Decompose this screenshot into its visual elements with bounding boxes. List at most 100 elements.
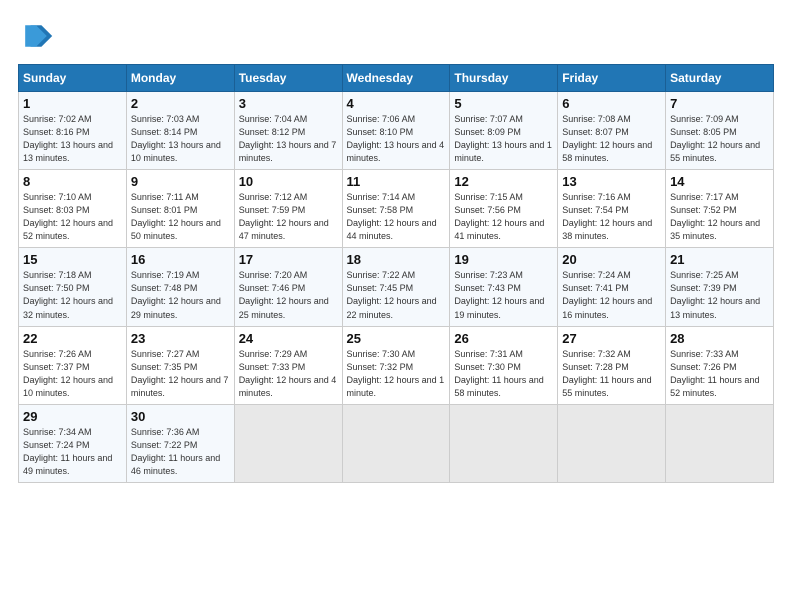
- day-number: 19: [454, 252, 553, 267]
- day-info: Sunrise: 7:10 AM Sunset: 8:03 PM Dayligh…: [23, 191, 122, 243]
- day-info: Sunrise: 7:08 AM Sunset: 8:07 PM Dayligh…: [562, 113, 661, 165]
- day-info: Sunrise: 7:09 AM Sunset: 8:05 PM Dayligh…: [670, 113, 769, 165]
- day-number: 7: [670, 96, 769, 111]
- day-info: Sunrise: 7:20 AM Sunset: 7:46 PM Dayligh…: [239, 269, 338, 321]
- calendar-week-row: 15 Sunrise: 7:18 AM Sunset: 7:50 PM Dayli…: [19, 248, 774, 326]
- day-info: Sunrise: 7:22 AM Sunset: 7:45 PM Dayligh…: [347, 269, 446, 321]
- day-number: 12: [454, 174, 553, 189]
- table-row: 27 Sunrise: 7:32 AM Sunset: 7:28 PM Dayli…: [558, 326, 666, 404]
- day-number: 22: [23, 331, 122, 346]
- day-number: 1: [23, 96, 122, 111]
- table-row: 7 Sunrise: 7:09 AM Sunset: 8:05 PM Daylig…: [666, 92, 774, 170]
- table-row: 11 Sunrise: 7:14 AM Sunset: 7:58 PM Dayli…: [342, 170, 450, 248]
- day-info: Sunrise: 7:11 AM Sunset: 8:01 PM Dayligh…: [131, 191, 230, 243]
- day-number: 24: [239, 331, 338, 346]
- table-row: 21Sunrise: 7:25 AM Sunset: 7:39 PM Dayli…: [666, 248, 774, 326]
- calendar-week-row: 22 Sunrise: 7:26 AM Sunset: 7:37 PM Dayli…: [19, 326, 774, 404]
- logo: [18, 18, 58, 54]
- day-number: 25: [347, 331, 446, 346]
- day-number: 29: [23, 409, 122, 424]
- day-info: Sunrise: 7:04 AM Sunset: 8:12 PM Dayligh…: [239, 113, 338, 165]
- table-row: 28Sunrise: 7:33 AM Sunset: 7:26 PM Dayli…: [666, 326, 774, 404]
- table-row: 5 Sunrise: 7:07 AM Sunset: 8:09 PM Daylig…: [450, 92, 558, 170]
- table-row: 6Sunrise: 7:08 AM Sunset: 8:07 PM Daylig…: [558, 92, 666, 170]
- day-number: 2: [131, 96, 230, 111]
- day-number: 15: [23, 252, 122, 267]
- day-info: Sunrise: 7:14 AM Sunset: 7:58 PM Dayligh…: [347, 191, 446, 243]
- table-row: 22 Sunrise: 7:26 AM Sunset: 7:37 PM Dayli…: [19, 326, 127, 404]
- day-info: Sunrise: 7:18 AM Sunset: 7:50 PM Dayligh…: [23, 269, 122, 321]
- table-row: 24Sunrise: 7:29 AM Sunset: 7:33 PM Dayli…: [234, 326, 342, 404]
- table-row: [666, 404, 774, 482]
- table-row: 17 Sunrise: 7:20 AM Sunset: 7:46 PM Dayli…: [234, 248, 342, 326]
- day-number: 3: [239, 96, 338, 111]
- table-row: 3 Sunrise: 7:04 AM Sunset: 8:12 PM Daylig…: [234, 92, 342, 170]
- day-info: Sunrise: 7:15 AM Sunset: 7:56 PM Dayligh…: [454, 191, 553, 243]
- header: [18, 18, 774, 54]
- day-info: Sunrise: 7:16 AM Sunset: 7:54 PM Dayligh…: [562, 191, 661, 243]
- col-thursday: Thursday: [450, 65, 558, 92]
- day-number: 20: [562, 252, 661, 267]
- calendar-table: Sunday Monday Tuesday Wednesday Thursday…: [18, 64, 774, 483]
- col-sunday: Sunday: [19, 65, 127, 92]
- day-info: Sunrise: 7:23 AM Sunset: 7:43 PM Dayligh…: [454, 269, 553, 321]
- day-number: 23: [131, 331, 230, 346]
- day-info: Sunrise: 7:26 AM Sunset: 7:37 PM Dayligh…: [23, 348, 122, 400]
- table-row: 4 Sunrise: 7:06 AM Sunset: 8:10 PM Daylig…: [342, 92, 450, 170]
- day-info: Sunrise: 7:06 AM Sunset: 8:10 PM Dayligh…: [347, 113, 446, 165]
- day-number: 10: [239, 174, 338, 189]
- col-friday: Friday: [558, 65, 666, 92]
- day-number: 9: [131, 174, 230, 189]
- table-row: 9 Sunrise: 7:11 AM Sunset: 8:01 PM Daylig…: [126, 170, 234, 248]
- table-row: 2Sunrise: 7:03 AM Sunset: 8:14 PM Daylig…: [126, 92, 234, 170]
- table-row: 19 Sunrise: 7:23 AM Sunset: 7:43 PM Dayli…: [450, 248, 558, 326]
- day-info: Sunrise: 7:31 AM Sunset: 7:30 PM Dayligh…: [454, 348, 553, 400]
- calendar-week-row: 29 Sunrise: 7:34 AM Sunset: 7:24 PM Dayli…: [19, 404, 774, 482]
- day-info: Sunrise: 7:24 AM Sunset: 7:41 PM Dayligh…: [562, 269, 661, 321]
- calendar-week-row: 8 Sunrise: 7:10 AM Sunset: 8:03 PM Daylig…: [19, 170, 774, 248]
- calendar-week-row: 1 Sunrise: 7:02 AM Sunset: 8:16 PM Daylig…: [19, 92, 774, 170]
- day-number: 4: [347, 96, 446, 111]
- day-info: Sunrise: 7:25 AM Sunset: 7:39 PM Dayligh…: [670, 269, 769, 321]
- day-info: Sunrise: 7:17 AM Sunset: 7:52 PM Dayligh…: [670, 191, 769, 243]
- day-number: 13: [562, 174, 661, 189]
- col-monday: Monday: [126, 65, 234, 92]
- col-saturday: Saturday: [666, 65, 774, 92]
- table-row: [342, 404, 450, 482]
- col-wednesday: Wednesday: [342, 65, 450, 92]
- day-number: 26: [454, 331, 553, 346]
- day-info: Sunrise: 7:34 AM Sunset: 7:24 PM Dayligh…: [23, 426, 122, 478]
- day-number: 11: [347, 174, 446, 189]
- day-info: Sunrise: 7:19 AM Sunset: 7:48 PM Dayligh…: [131, 269, 230, 321]
- table-row: 29 Sunrise: 7:34 AM Sunset: 7:24 PM Dayli…: [19, 404, 127, 482]
- table-row: 25Sunrise: 7:30 AM Sunset: 7:32 PM Dayli…: [342, 326, 450, 404]
- day-info: Sunrise: 7:07 AM Sunset: 8:09 PM Dayligh…: [454, 113, 553, 165]
- day-info: Sunrise: 7:27 AM Sunset: 7:35 PM Dayligh…: [131, 348, 230, 400]
- day-number: 28: [670, 331, 769, 346]
- day-number: 8: [23, 174, 122, 189]
- day-number: 27: [562, 331, 661, 346]
- day-info: Sunrise: 7:02 AM Sunset: 8:16 PM Dayligh…: [23, 113, 122, 165]
- table-row: 15 Sunrise: 7:18 AM Sunset: 7:50 PM Dayli…: [19, 248, 127, 326]
- day-info: Sunrise: 7:36 AM Sunset: 7:22 PM Dayligh…: [131, 426, 230, 478]
- logo-icon: [18, 18, 54, 54]
- table-row: 12 Sunrise: 7:15 AM Sunset: 7:56 PM Dayli…: [450, 170, 558, 248]
- table-row: 30Sunrise: 7:36 AM Sunset: 7:22 PM Dayli…: [126, 404, 234, 482]
- day-info: Sunrise: 7:12 AM Sunset: 7:59 PM Dayligh…: [239, 191, 338, 243]
- table-row: [234, 404, 342, 482]
- table-row: 20 Sunrise: 7:24 AM Sunset: 7:41 PM Dayli…: [558, 248, 666, 326]
- table-row: [558, 404, 666, 482]
- table-row: 23 Sunrise: 7:27 AM Sunset: 7:35 PM Dayli…: [126, 326, 234, 404]
- table-row: [450, 404, 558, 482]
- table-row: 10 Sunrise: 7:12 AM Sunset: 7:59 PM Dayli…: [234, 170, 342, 248]
- day-number: 14: [670, 174, 769, 189]
- table-row: 14 Sunrise: 7:17 AM Sunset: 7:52 PM Dayli…: [666, 170, 774, 248]
- day-number: 5: [454, 96, 553, 111]
- main-container: Sunday Monday Tuesday Wednesday Thursday…: [0, 0, 792, 493]
- table-row: 1 Sunrise: 7:02 AM Sunset: 8:16 PM Daylig…: [19, 92, 127, 170]
- day-number: 17: [239, 252, 338, 267]
- day-info: Sunrise: 7:32 AM Sunset: 7:28 PM Dayligh…: [562, 348, 661, 400]
- table-row: 26 Sunrise: 7:31 AM Sunset: 7:30 PM Dayli…: [450, 326, 558, 404]
- table-row: 8 Sunrise: 7:10 AM Sunset: 8:03 PM Daylig…: [19, 170, 127, 248]
- col-tuesday: Tuesday: [234, 65, 342, 92]
